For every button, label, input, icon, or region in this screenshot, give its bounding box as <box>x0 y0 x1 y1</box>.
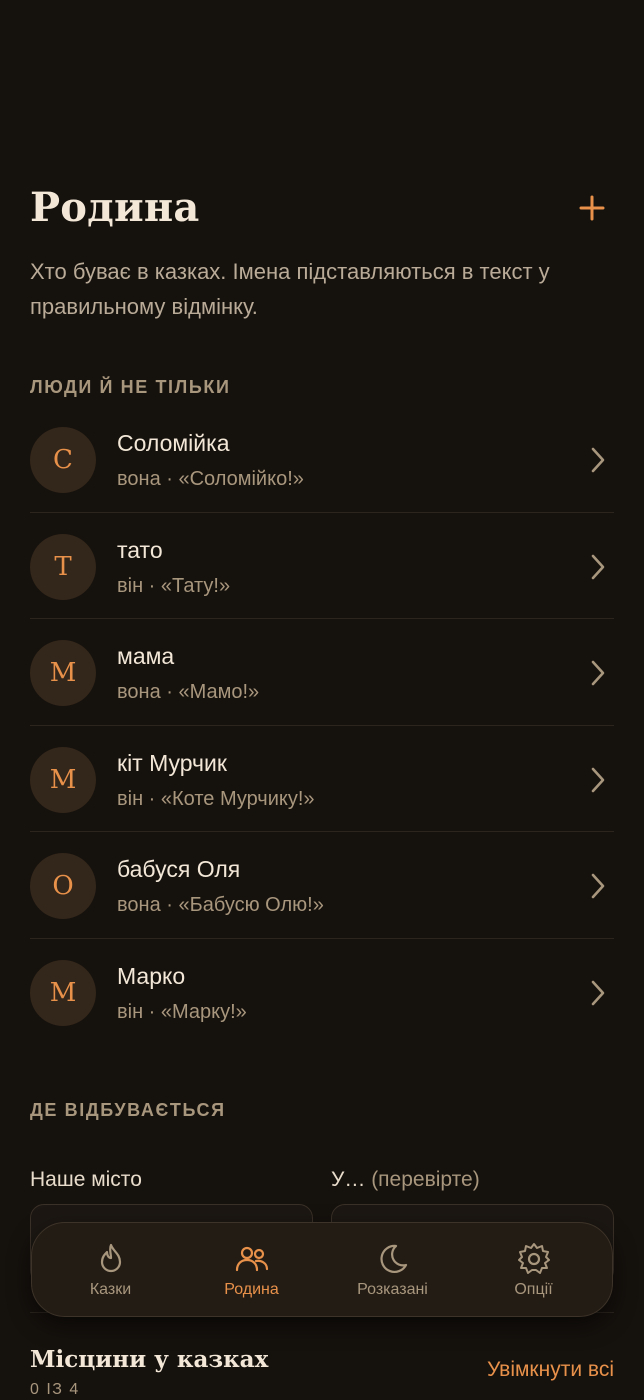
enable-all-button[interactable]: Увімкнути всі <box>487 1358 614 1382</box>
place-section-label: ДЕ ВІДБУВАЄТЬСЯ <box>30 1100 226 1120</box>
plus-icon <box>579 195 605 221</box>
nav-label: Родина <box>224 1280 279 1298</box>
chevron-right-icon <box>591 874 605 899</box>
city-label-text: Наше місто <box>30 1168 142 1191</box>
avatar: М <box>30 640 96 707</box>
nav-item-stories[interactable]: Казки <box>51 1230 171 1310</box>
person-name: тато <box>117 536 163 563</box>
person-name: кіт Мурчик <box>117 749 227 776</box>
person-name: мама <box>117 643 175 670</box>
list-item[interactable]: Т тато він · «Тату!» <box>30 513 614 620</box>
case-label-text: У… <box>331 1168 366 1191</box>
chevron-right-icon <box>591 767 605 793</box>
avatar: С <box>30 427 96 493</box>
list-item[interactable]: С Соломійка вона · «Соломійко!» <box>30 406 614 513</box>
nav-label: Розказані <box>357 1280 428 1298</box>
avatar: О <box>30 853 96 920</box>
nav-item-options[interactable]: Опції <box>474 1230 594 1310</box>
page-title: Родина <box>30 184 200 231</box>
page-subtitle: Хто буває в казках. Імена підставляються… <box>30 259 550 319</box>
bottom-nav: Казки Родина Розказані Опції <box>31 1222 613 1317</box>
person-name: Марко <box>117 962 186 989</box>
person-meta: вона · «Соломійко!» <box>117 468 304 490</box>
header: Родина <box>30 180 614 240</box>
chevron-right-icon <box>591 447 605 473</box>
flame-icon <box>100 1243 121 1272</box>
avatar: Т <box>30 533 96 600</box>
city-field-label: Наше місто <box>30 1168 142 1192</box>
family-screen: Родина Хто буває в казках. Імена підстав… <box>0 0 644 1400</box>
chevron-right-icon <box>591 660 605 686</box>
person-meta: він · «Тату!» <box>117 574 231 597</box>
nav-item-family[interactable]: Родина <box>192 1230 312 1310</box>
avatar: М <box>30 959 96 1026</box>
chevron-right-icon <box>591 554 605 579</box>
case-field-label: У… (перевірте) <box>331 1168 480 1192</box>
nav-label: Казки <box>89 1280 132 1298</box>
avatar: М <box>30 746 96 813</box>
gear-icon <box>517 1242 550 1274</box>
people-section-label: ЛЮДИ Й НЕ ТІЛЬКИ <box>30 377 231 397</box>
list-item[interactable]: М мама вона · «Мамо!» <box>30 619 614 726</box>
person-meta: вона · «Бабусю Олю!» <box>117 894 324 917</box>
person-meta: вона · «Мамо!» <box>117 681 260 704</box>
list-item[interactable]: М Марко він · «Марку!» <box>30 939 614 1046</box>
chevron-right-icon <box>591 980 605 1006</box>
person-name: бабуся Оля <box>117 856 241 883</box>
add-person-button[interactable] <box>572 188 612 228</box>
case-label-hint: (перевірте) <box>371 1168 480 1191</box>
nav-label: Опції <box>514 1280 553 1298</box>
person-name: Соломійка <box>117 430 230 456</box>
moon-icon <box>379 1244 407 1273</box>
person-meta: він · «Марку!» <box>117 1000 247 1023</box>
list-item[interactable]: М кіт Мурчик він · «Коте Мурчику!» <box>30 726 614 833</box>
people-icon <box>235 1246 268 1271</box>
locations-count: 0 ІЗ 4 <box>30 1381 80 1398</box>
list-item[interactable]: О бабуся Оля вона · «Бабусю Олю!» <box>30 832 614 939</box>
people-list: С Соломійка вона · «Соломійко!» Т тато в… <box>30 406 614 1046</box>
nav-item-told[interactable]: Розказані <box>333 1230 453 1310</box>
person-meta: він · «Коте Мурчику!» <box>117 787 315 810</box>
locations-title: Місцини у казках <box>30 1346 269 1373</box>
